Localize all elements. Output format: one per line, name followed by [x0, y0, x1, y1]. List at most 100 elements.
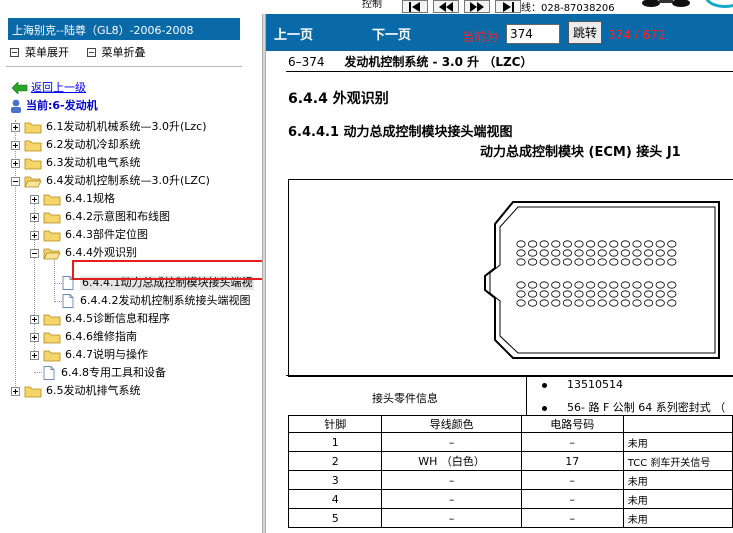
pin-cavity: [667, 281, 677, 289]
tree-item-6-4-1[interactable]: 6.4.1规格: [30, 190, 115, 208]
pin-cavity: [643, 258, 654, 266]
folder-open-icon: [43, 248, 61, 259]
section-heading: 6.4.4 外观识别: [288, 91, 389, 107]
function-cell: 未用: [622, 470, 733, 490]
jump-button[interactable]: 跳转: [568, 21, 602, 44]
pin-cavity: [620, 249, 630, 257]
tree-item-label: 6.3发动机电气系统: [46, 156, 141, 169]
expand-toggle[interactable]: [11, 386, 20, 396]
expand-toggle[interactable]: [30, 194, 39, 204]
folder-icon: [43, 230, 61, 241]
folder-icon: [43, 194, 61, 205]
pin-cavity: [551, 299, 561, 307]
function-cell: 未用: [622, 508, 733, 528]
pin-cavity: [667, 258, 677, 266]
tree-item-6-3[interactable]: 6.3发动机电气系统: [11, 154, 141, 172]
tree-line: [54, 301, 62, 302]
selection-highlight: [72, 260, 286, 280]
pin-cavity: [516, 249, 526, 257]
expand-toggle[interactable]: [11, 158, 20, 168]
tree-item-6-1[interactable]: 6.1发动机机械系统—3.0升(Lzc): [11, 118, 207, 136]
next-page-link[interactable]: 下一页: [372, 24, 411, 43]
prev-page-button[interactable]: [433, 0, 459, 13]
pin-cavity: [620, 299, 630, 307]
pin-cavity: [551, 290, 561, 298]
collapse-toggle[interactable]: [11, 176, 20, 186]
tree-item-6-4[interactable]: 6.4发动机控制系统—3.0升(LZC): [11, 172, 210, 190]
tree-item-label: 6.4.4.2发动机控制系统接头端视图: [80, 294, 251, 307]
wire-color-cell: –: [381, 470, 522, 490]
tree-item-6-4-7[interactable]: 6.4.7说明与操作: [30, 346, 148, 364]
pin-cavity: [597, 299, 607, 307]
pin-cavity: [655, 290, 665, 298]
tree-line: [34, 372, 42, 373]
collapse-all-button[interactable]: 菜单折叠: [86, 44, 146, 60]
pin-cavity: [528, 299, 538, 307]
tree-item-label: 6.4.3部件定位图: [65, 228, 148, 241]
pin-cavity: [609, 240, 619, 248]
tree-item-6-4-4-2[interactable]: 6.4.4.2发动机控制系统接头端视图: [62, 292, 250, 310]
collapse-toggle[interactable]: [30, 248, 39, 258]
table-row: 3 – – 未用: [287, 470, 733, 490]
expand-toggle[interactable]: [30, 350, 39, 360]
tree-item-6-5[interactable]: 6.5发动机排气系统: [11, 382, 141, 400]
skip-forward-icon: [503, 2, 514, 12]
pin-cavity: [632, 258, 642, 266]
pin-table: 针脚 导线颜色 电路号码 1 – – 未用 2 WH （白色） 17 TCC 刹…: [287, 415, 733, 528]
expand-toggle[interactable]: [30, 230, 39, 240]
table-header-row: 针脚 导线颜色 电路号码: [287, 415, 733, 433]
tree-item-6-4-5[interactable]: 6.4.5诊断信息和程序: [30, 310, 170, 328]
function-cell: 未用: [622, 432, 733, 452]
manual-title: 上海别克--陆尊（GL8）-2006-2008: [8, 18, 240, 40]
tree-item-6-4-8[interactable]: 6.4.8专用工具和设备: [43, 364, 166, 382]
pin-cavity: [667, 290, 677, 298]
expand-toggle[interactable]: [30, 332, 39, 342]
tree-item-6-4-6[interactable]: 6.4.6维修指南: [30, 328, 137, 346]
last-page-button[interactable]: [495, 0, 521, 13]
folder-icon: [43, 350, 61, 361]
top-toolbar: 控制 线：028-87038206: [0, 0, 733, 14]
expand-all-label: 菜单展开: [25, 46, 69, 59]
pin-cavity: [655, 258, 665, 266]
skip-back-icon: [409, 2, 420, 12]
pin-cell: 4: [287, 489, 383, 509]
tree-item-label: 6.4.7说明与操作: [65, 348, 148, 361]
prev-page-link[interactable]: 上一页: [274, 24, 313, 43]
expand-all-button[interactable]: 菜单展开: [10, 44, 69, 60]
pin-cavity: [667, 240, 677, 248]
expand-toggle[interactable]: [11, 140, 20, 150]
table-row: 5 – – 未用: [287, 508, 733, 528]
expand-toggle[interactable]: [30, 314, 39, 324]
tree-item-6-4-3[interactable]: 6.4.3部件定位图: [30, 226, 148, 244]
bullet-icon: [542, 382, 547, 388]
bullet-icon: [542, 405, 547, 411]
column-header-wire-color: 导线颜色: [381, 415, 522, 433]
back-link[interactable]: 返回上一级: [12, 79, 86, 97]
next-page-button[interactable]: [464, 0, 490, 13]
pin-cavity: [597, 281, 607, 289]
pin-cavity: [632, 299, 642, 307]
tree-item-6-2[interactable]: 6.2发动机冷却系统: [11, 136, 141, 154]
pin-cavity: [528, 281, 538, 289]
pin-cavity: [516, 240, 526, 248]
pin-cavity: [539, 299, 549, 307]
tree-item-label: 6.4.1规格: [65, 192, 115, 205]
page-nav-bar: 上一页 下一页 当前为 跳转 374 / 672: [266, 14, 733, 51]
pin-cavity: [643, 299, 654, 307]
pin-cavity: [643, 290, 654, 298]
first-page-button[interactable]: [402, 0, 428, 13]
column-header-pin: 针脚: [287, 415, 383, 433]
pin-cavity: [620, 258, 630, 266]
collapse-icon: [86, 47, 96, 57]
page-number-input[interactable]: [506, 24, 560, 44]
tree-item-6-4-2[interactable]: 6.4.2示意图和布线图: [30, 208, 170, 226]
pin-cavity: [655, 299, 665, 307]
expand-toggle[interactable]: [30, 212, 39, 222]
page-reference: 6–374: [288, 55, 325, 69]
function-cell: 未用: [622, 489, 733, 509]
pin-row-top: [516, 240, 677, 266]
toolbar-label: 控制: [362, 0, 382, 10]
expand-toggle[interactable]: [11, 122, 20, 132]
step-forward-icon: [470, 2, 484, 12]
pin-cell: 1: [287, 432, 383, 452]
